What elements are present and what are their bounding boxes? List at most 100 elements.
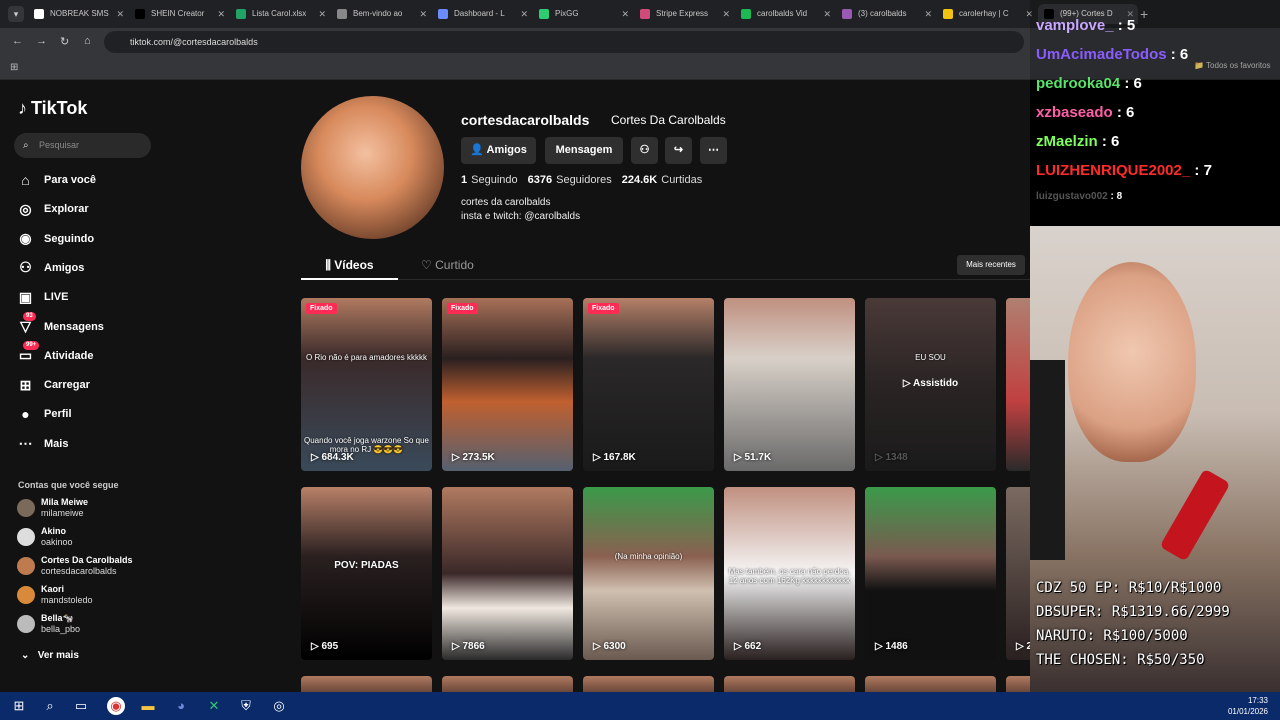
sidebar-item-following[interactable]: ◉ Seguindo <box>17 229 94 249</box>
tab-liked[interactable]: ♡ Curtido <box>421 250 474 280</box>
chat-message: luizgustavo002 : 8 <box>1036 191 1122 202</box>
tiktok-logo[interactable]: ♪ TikTok <box>18 98 87 119</box>
browser-tab[interactable]: PixGG ✕ <box>533 4 633 24</box>
browser-tab[interactable]: SHEIN Creator ✕ <box>129 4 229 24</box>
followed-account[interactable]: Mila Meiwe milameiwe <box>17 496 88 520</box>
xbox-icon[interactable]: ✕ <box>205 697 223 715</box>
windows-start-icon[interactable]: ⊞ <box>10 697 28 715</box>
streamer-face <box>1068 262 1196 462</box>
tab-close-icon[interactable]: ✕ <box>722 4 730 24</box>
url-field[interactable]: tiktok.com/@cortesdacarolbalds <box>104 31 1024 53</box>
video-thumbnail[interactable]: ▷ 51.7K <box>724 298 855 471</box>
video-thumbnail[interactable]: ▷ 1486 <box>865 487 996 660</box>
following-label: Seguindo <box>471 174 518 186</box>
play-icon: ▷ <box>452 452 460 463</box>
browser-tab[interactable]: carolbalds Vid ✕ <box>735 4 835 24</box>
security-icon[interactable]: ⛨ <box>237 697 255 715</box>
followed-account[interactable]: Cortes Da Carolbalds cortesdacarolbalds <box>17 554 133 578</box>
browser-tab[interactable]: Stripe Express ✕ <box>634 4 734 24</box>
browser-tab[interactable]: Dashboard - L ✕ <box>432 4 532 24</box>
sidebar-item-label: LIVE <box>44 291 69 304</box>
video-thumbnail[interactable]: Fixado ▷ 273.5K <box>442 298 573 471</box>
followed-account[interactable]: Kaori mandstoledo <box>17 583 93 607</box>
search-input[interactable]: ⌕ Pesquisar <box>14 133 151 158</box>
sidebar-item-activity[interactable]: ▭ 99+ Atividade <box>17 341 94 366</box>
video-thumbnail[interactable] <box>301 676 432 692</box>
video-thumbnail[interactable]: Mas também, os cara não perdoa, 12 anos … <box>724 487 855 660</box>
see-more-button[interactable]: ⌄ Ver mais <box>21 650 79 661</box>
discord-icon[interactable]: ◕ <box>172 697 190 715</box>
tab-close-icon[interactable]: ✕ <box>823 4 831 24</box>
chrome-icon[interactable]: ◉ <box>107 697 125 715</box>
sidebar-item-upload[interactable]: ⊞ Carregar <box>17 375 90 395</box>
account-handle: oakinoo <box>41 537 73 547</box>
forward-icon[interactable]: → <box>36 35 47 47</box>
file-explorer-icon[interactable]: ▬ <box>139 697 157 715</box>
tab-close-icon[interactable]: ✕ <box>520 4 528 24</box>
sidebar-item-home[interactable]: ⌂ Para você <box>17 170 96 190</box>
video-thumbnail[interactable]: Fixado O Rio não é para amadores kkkkk Qua… <box>301 298 432 471</box>
friends-icon: ⚇ <box>19 259 32 276</box>
followed-account[interactable]: Bella🐄 bella_pbo <box>17 612 80 636</box>
video-thumbnail[interactable] <box>724 676 855 692</box>
followers-stat[interactable]: 6376 Seguidores <box>528 174 612 186</box>
browser-tab[interactable]: NOBREAK SMS ✕ <box>28 4 128 24</box>
share-button[interactable]: ↪ <box>665 137 692 164</box>
video-thumbnail[interactable]: ▷ 7866 <box>442 487 573 660</box>
obs-icon[interactable]: ◎ <box>270 697 288 715</box>
view-count-text: 684.3K <box>321 452 354 463</box>
sidebar-item-label: Seguindo <box>44 232 95 245</box>
browser-tab[interactable]: (3) carolbalds ✕ <box>836 4 936 24</box>
system-clock[interactable]: 17:33 01/01/2026 <box>1228 695 1268 717</box>
video-thumbnail[interactable]: Em apagar o lanes ▷ 2283 <box>1006 487 1030 660</box>
tab-close-icon[interactable]: ✕ <box>318 4 326 24</box>
likes-stat: 224.6K Curtidas <box>622 174 702 186</box>
tab-close-icon[interactable]: ✕ <box>217 4 225 24</box>
video-thumbnail[interactable] <box>1006 676 1030 692</box>
tab-search-button[interactable]: ▾ <box>8 6 24 22</box>
browser-tab[interactable]: Bem-vindo ao ✕ <box>331 4 431 24</box>
browser-tab[interactable]: carolerhay | C ✕ <box>937 4 1037 24</box>
message-button[interactable]: Mensagem <box>545 137 623 164</box>
taskbar-search-icon[interactable]: ⌕ <box>41 697 59 715</box>
add-friend-icon: ⚇ <box>639 144 650 156</box>
sidebar-item-more[interactable]: ⋯ Mais <box>17 434 69 454</box>
tab-close-icon[interactable]: ✕ <box>419 4 427 24</box>
video-thumbnail[interactable]: SE E <box>1006 298 1030 471</box>
message-button-label: Mensagem <box>555 144 613 156</box>
video-thumbnail[interactable] <box>583 676 714 692</box>
tab-close-icon[interactable]: ✕ <box>621 4 629 24</box>
video-thumbnail[interactable]: EU SOU ▷ Assistido ▷ 1348 <box>865 298 996 471</box>
likes-count: 224.6K <box>621 174 658 186</box>
sidebar-item-live[interactable]: ▣ LIVE <box>17 287 69 307</box>
friends-button[interactable]: 👤 Amigos <box>461 137 536 164</box>
sidebar-item-friends[interactable]: ⚇ Amigos <box>17 258 84 278</box>
followed-account[interactable]: Akino oakinoo <box>17 525 73 549</box>
video-thumbnail[interactable] <box>442 676 573 692</box>
apps-icon[interactable]: ⊞ <box>10 62 18 73</box>
goal-line: THE CHOSEN: R$50/350 <box>1036 652 1205 668</box>
video-thumbnail[interactable]: (Na minha opinião) ▷ 6300 <box>583 487 714 660</box>
tab-close-icon[interactable]: ✕ <box>116 4 124 24</box>
video-thumbnail[interactable]: Fixado ▷ 167.8K <box>583 298 714 471</box>
reload-icon[interactable]: ↻ <box>60 35 69 48</box>
add-friend-button[interactable]: ⚇ <box>631 137 658 164</box>
video-thumbnail[interactable] <box>865 676 996 692</box>
back-icon[interactable]: ← <box>12 35 23 47</box>
more-options-button[interactable]: ⋯ <box>700 137 727 164</box>
chat-username: xzbaseado <box>1036 104 1113 121</box>
tab-videos[interactable]: ⫼ Vídeos <box>301 250 398 280</box>
tab-close-icon[interactable]: ✕ <box>924 4 932 24</box>
sort-latest-button[interactable]: Mais recentes <box>957 255 1025 275</box>
following-stat[interactable]: 1 Seguindo <box>461 174 518 186</box>
home-icon[interactable]: ⌂ <box>84 35 91 47</box>
browser-tab[interactable]: Lista Carol.xlsx ✕ <box>230 4 330 24</box>
sidebar-item-messages[interactable]: ▽ 93 Mensagens <box>17 312 104 337</box>
sidebar-item-compass[interactable]: ◎ Explorar <box>17 199 88 219</box>
view-count: ▷ 695 <box>311 641 338 652</box>
sidebar-item-profile[interactable]: ● Perfil <box>17 404 71 424</box>
video-thumbnail[interactable]: POV: PIADAS ▷ 695 <box>301 487 432 660</box>
view-count-text: 51.7K <box>744 452 772 463</box>
tab-favicon-icon <box>640 9 650 19</box>
task-view-icon[interactable]: ▭ <box>72 697 90 715</box>
